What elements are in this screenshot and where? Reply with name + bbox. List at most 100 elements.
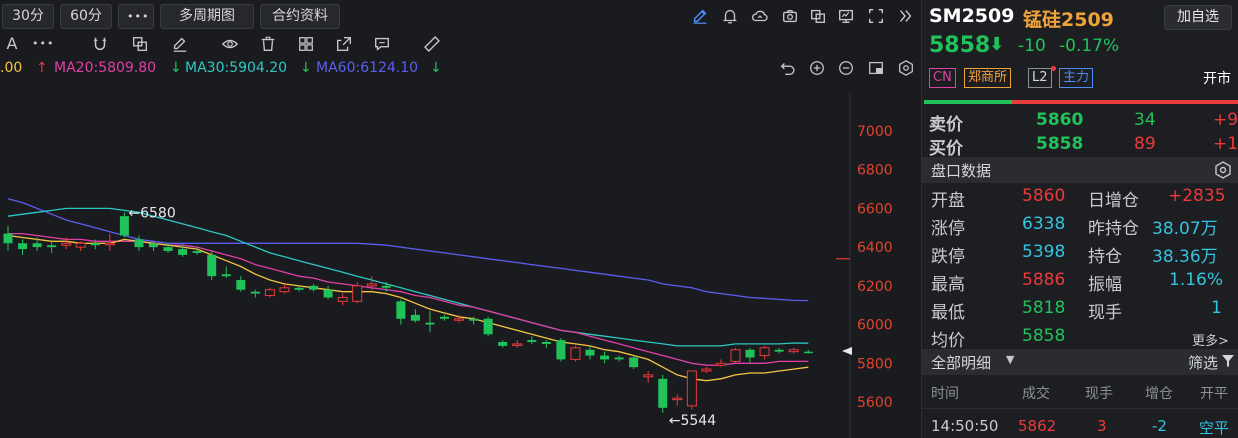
period-30min-button[interactable]: 30分 [2, 4, 54, 29]
filter-funnel-icon[interactable] [1221, 354, 1235, 372]
zoom-in-icon[interactable] [807, 58, 827, 78]
candle-body [134, 239, 144, 248]
more-periods-button[interactable]: ••• [118, 4, 154, 29]
candle-body [570, 347, 581, 360]
low-label: 最低 [931, 303, 965, 323]
last-price: 5858 [929, 33, 991, 58]
undo-icon[interactable] [778, 58, 798, 78]
cloud-sync-icon[interactable] [750, 6, 770, 26]
ask-volume: 34 [1134, 110, 1156, 130]
col-time: 时间 [931, 386, 959, 402]
candle-body [614, 357, 624, 360]
ma10-line [7, 234, 809, 382]
market-data-header: 盘口数据 [922, 157, 1238, 183]
tick-time: 14:50:50 [931, 417, 999, 435]
period-60min-button[interactable]: 60分 [60, 4, 112, 29]
indicator-monitor-icon[interactable] [836, 6, 856, 26]
contract-info-button[interactable]: 合约资料 [260, 4, 340, 29]
ma10-value: .00 [0, 60, 23, 76]
y-axis-tick-label: 5600 [857, 395, 893, 411]
high-label: 最高 [931, 275, 965, 295]
candle-body [629, 357, 639, 368]
fullscreen-icon[interactable] [866, 6, 886, 26]
ma20-value: MA20:5809.80 [54, 60, 157, 76]
candle-body [337, 296, 348, 302]
trash-icon[interactable] [258, 34, 278, 54]
candle-body [440, 316, 449, 319]
tick-detail-title[interactable]: 全部明细 [931, 352, 991, 373]
candle-body [745, 349, 755, 358]
ruler-icon[interactable] [422, 34, 442, 54]
compare-icon[interactable] [808, 6, 828, 26]
open-value: 5860 [1022, 186, 1066, 206]
candle-body [323, 289, 333, 298]
quote-panel: SM2509 锰硅2509 加自选 5858 ⬇ -10 -0.17% CN 郑… [921, 0, 1238, 438]
ma-legend: .00 ↑ MA20:5809.80 ↓ MA30:5904.20 ↓ MA60… [0, 58, 920, 80]
candle-body [178, 249, 188, 255]
comment-icon[interactable] [372, 34, 392, 54]
price-change-pct: -0.17% [1059, 36, 1120, 56]
multi-period-button[interactable]: 多周期图 [160, 4, 254, 29]
cur-vol-label: 现手 [1088, 303, 1122, 323]
candle-body [264, 289, 275, 297]
tick-dropdown-icon[interactable]: ▼ [1006, 353, 1014, 366]
y-axis-tick-label: 6000 [857, 318, 893, 334]
more-stats-link[interactable]: 更多> [1192, 330, 1229, 349]
market-data-settings-icon[interactable] [1213, 160, 1233, 180]
candle-body [512, 343, 523, 346]
candle-body [730, 349, 741, 362]
tick-oi-change: -2 [1152, 417, 1167, 435]
zoom-out-icon[interactable] [836, 58, 856, 78]
candle-body [32, 243, 42, 248]
text-tool-icon[interactable]: A [2, 34, 22, 54]
tick-detail-header: 全部明细 ▼ 筛选 [922, 349, 1238, 375]
layers-icon[interactable] [296, 34, 316, 54]
candle-body [686, 370, 697, 407]
candle-body [774, 349, 784, 352]
candle-body [366, 283, 377, 287]
col-oi: 增仓 [1145, 386, 1173, 402]
candle-body [104, 242, 115, 246]
more-tools-icon[interactable]: ••• [32, 34, 53, 54]
magnet-icon[interactable] [90, 34, 110, 54]
draw-pen-icon[interactable] [690, 6, 710, 26]
candle-body [163, 247, 173, 252]
candle-body [396, 301, 406, 319]
candle-body [759, 347, 770, 357]
ma-extra-down-arrow-icon: ↓ [430, 60, 442, 76]
alert-bell-icon[interactable] [720, 6, 740, 26]
y-axis-tick-label: 7000 [857, 124, 893, 140]
settings-icon[interactable] [896, 58, 916, 78]
level2-tag[interactable]: L2 [1028, 68, 1052, 88]
contract-code: SM2509 [929, 5, 1015, 27]
camera-icon[interactable] [780, 6, 800, 26]
y-axis-tick-label: 6800 [857, 163, 893, 179]
candle-body [294, 287, 304, 290]
day-oi-value: +2835 [1168, 186, 1226, 206]
limit-up-label: 涨停 [931, 219, 965, 239]
copy-shape-icon[interactable] [130, 34, 150, 54]
high-value: 5886 [1022, 270, 1066, 290]
drawing-toolbar: A ••• [0, 32, 460, 56]
candle-body [600, 355, 610, 360]
chart-toolbar: 30分 60分 ••• 多周期图 合约资料 [0, 4, 920, 29]
col-price: 成交 [1022, 386, 1050, 402]
candle-body [483, 318, 493, 335]
add-watchlist-button[interactable]: 加自选 [1164, 5, 1232, 30]
price-down-arrow-icon: ⬇ [989, 34, 1005, 55]
last-price-pointer [842, 347, 852, 355]
collapse-panel-icon[interactable] [895, 6, 915, 26]
candle-body [309, 285, 319, 290]
candle-body [585, 349, 595, 356]
tick-price: 5862 [1018, 417, 1057, 435]
candle-body [454, 318, 465, 321]
ma20-up-arrow-icon: ↑ [36, 60, 48, 76]
exchange-tag: 郑商所 [964, 68, 1012, 88]
candle-body [352, 285, 363, 302]
eye-icon[interactable] [220, 34, 240, 54]
window-icon[interactable] [866, 58, 886, 78]
export-icon[interactable] [334, 34, 354, 54]
limit-down-value: 5398 [1022, 242, 1066, 262]
brush-icon[interactable] [170, 34, 190, 54]
filter-button[interactable]: 筛选 [1188, 352, 1218, 373]
